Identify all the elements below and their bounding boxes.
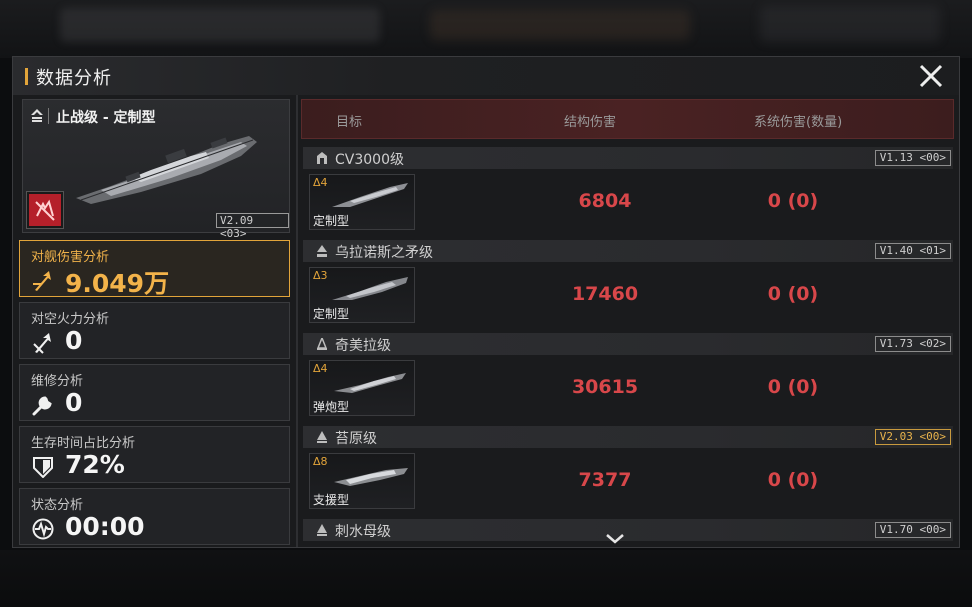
- ship-thumbnail-image: [334, 373, 406, 393]
- destroyer-icon: [317, 338, 327, 350]
- ship-type-badge: [26, 191, 64, 229]
- version-tag: V1.13 <00>: [874, 150, 951, 166]
- table-header: 目标 结构伤害 系统伤害(数量): [301, 99, 954, 139]
- stat-anti-ship-damage[interactable]: 对舰伤害分析 9.049万: [19, 240, 290, 298]
- data-analysis-dialog: 数据分析 止战级 - 定制型 V2.09 <03> 对舰伤害分析 9.049万 …: [12, 56, 960, 548]
- ship-thumbnail-image: [332, 277, 408, 300]
- stat-status[interactable]: 状态分析 00:00: [19, 488, 290, 545]
- delta-level: Δ4: [313, 176, 328, 189]
- title-bar: 数据分析: [13, 57, 959, 95]
- panel-divider: [296, 95, 298, 547]
- ship-variant: 定制型: [313, 307, 350, 321]
- stat-label: 对空火力分析: [31, 312, 110, 327]
- target-ship-thumbnail: Δ4 弹炮型: [309, 360, 415, 416]
- delta-level: Δ8: [313, 455, 328, 468]
- target-class-header: 苔原级 V2.03 <00>: [303, 426, 953, 448]
- structure-damage-value: 30615: [571, 376, 639, 398]
- column-header-structure-damage: 结构伤害: [564, 115, 617, 130]
- delta-level: Δ3: [313, 269, 328, 282]
- target-class-name: 苔原级: [335, 431, 377, 447]
- stat-label: 状态分析: [31, 498, 84, 513]
- stat-value: 00:00: [65, 512, 145, 541]
- wrench-icon: [32, 396, 52, 416]
- target-class-name: CV3000级: [335, 152, 404, 168]
- system-damage-value: 0 (0): [767, 469, 819, 491]
- target-class-header: CV3000级 V1.13 <00>: [303, 147, 953, 169]
- system-damage-value: 0 (0): [767, 283, 819, 305]
- ship-thumbnail-image: [334, 468, 408, 486]
- table-row[interactable]: Δ8 支援型 7377 0 (0): [303, 449, 953, 513]
- target-class-header: 乌拉诺斯之矛级 V1.40 <01>: [303, 240, 953, 262]
- pulse-icon: [32, 518, 54, 540]
- ship-card: 止战级 - 定制型 V2.09 <03>: [22, 99, 290, 240]
- divider: [48, 108, 49, 124]
- table-row[interactable]: Δ3 定制型 17460 0 (0): [303, 263, 953, 327]
- background-blur: [760, 6, 940, 42]
- target-class-header: 奇美拉级 V1.73 <02>: [303, 333, 953, 355]
- table-row[interactable]: Δ4 定制型 6804 0 (0): [303, 170, 953, 234]
- target-ship-thumbnail: Δ3 定制型: [309, 267, 415, 323]
- cruiser-icon: [317, 431, 327, 443]
- background-bottom: [0, 550, 972, 607]
- cruiser-icon: [317, 524, 327, 536]
- stat-survival-time[interactable]: 生存时间占比分析 72%: [19, 426, 290, 483]
- stat-value: 0: [65, 388, 83, 417]
- background-blur: [60, 8, 380, 42]
- version-tag: V1.73 <02>: [874, 336, 951, 352]
- structure-damage-value: 17460: [571, 283, 639, 305]
- anti-ship-arrow-icon: [33, 271, 51, 291]
- version-tag: V1.70 <00>: [874, 522, 951, 538]
- column-header-target: 目标: [336, 115, 363, 130]
- close-icon: [919, 64, 943, 88]
- stat-anti-air-firepower[interactable]: 对空火力分析 0: [19, 302, 290, 359]
- carrier-icon: [317, 152, 327, 164]
- shield-icon: [33, 457, 53, 478]
- close-button[interactable]: [916, 61, 946, 91]
- version-tag-highlighted: V2.03 <00>: [874, 429, 951, 445]
- delta-level: Δ4: [313, 362, 328, 375]
- target-class-name: 奇美拉级: [335, 338, 391, 354]
- target-ship-thumbnail: Δ8 支援型: [309, 453, 415, 509]
- structure-damage-value: 6804: [578, 190, 632, 212]
- ship-version-tag: V2.09 <03>: [216, 213, 289, 240]
- stat-value: 0: [65, 326, 83, 355]
- scroll-down-chevron-icon[interactable]: [604, 532, 626, 546]
- background-blur: [430, 10, 690, 40]
- version-tag: V1.40 <01>: [874, 243, 951, 259]
- system-damage-value: 0 (0): [767, 190, 819, 212]
- target-ship-thumbnail: Δ4 定制型: [309, 174, 415, 230]
- target-class-header: 刺水母级 V1.70 <00>: [303, 519, 953, 541]
- ship-variant: 弹炮型: [313, 400, 350, 414]
- stat-label: 生存时间占比分析: [31, 436, 136, 451]
- background-top: [0, 0, 972, 58]
- target-class-name: 刺水母级: [335, 524, 391, 540]
- dialog-title: 数据分析: [36, 68, 112, 89]
- title-accent-bar: [25, 68, 28, 85]
- ship-variant: 定制型: [313, 214, 350, 228]
- ship-image: [76, 136, 257, 204]
- anti-air-arrow-icon: [33, 333, 51, 354]
- stat-value: 72%: [65, 450, 125, 479]
- system-damage-value: 0 (0): [767, 376, 819, 398]
- stat-repair[interactable]: 维修分析 0: [19, 364, 290, 421]
- target-class-name: 乌拉诺斯之矛级: [335, 245, 433, 261]
- table-row[interactable]: Δ4 弹炮型 30615 0 (0): [303, 356, 953, 420]
- no-weapon-icon: [35, 199, 55, 221]
- frigate-icon: [317, 245, 327, 257]
- ship-class-icon: [31, 109, 43, 122]
- ship-name: 止战级 - 定制型: [56, 110, 156, 126]
- column-header-system-damage: 系统伤害(数量): [754, 115, 843, 130]
- structure-damage-value: 7377: [578, 469, 632, 491]
- stat-label: 对舰伤害分析: [31, 250, 110, 265]
- ship-variant: 支援型: [313, 493, 350, 507]
- stat-label: 维修分析: [31, 374, 84, 389]
- ship-thumbnail-image: [332, 183, 408, 207]
- stat-value: 9.049万: [65, 269, 170, 298]
